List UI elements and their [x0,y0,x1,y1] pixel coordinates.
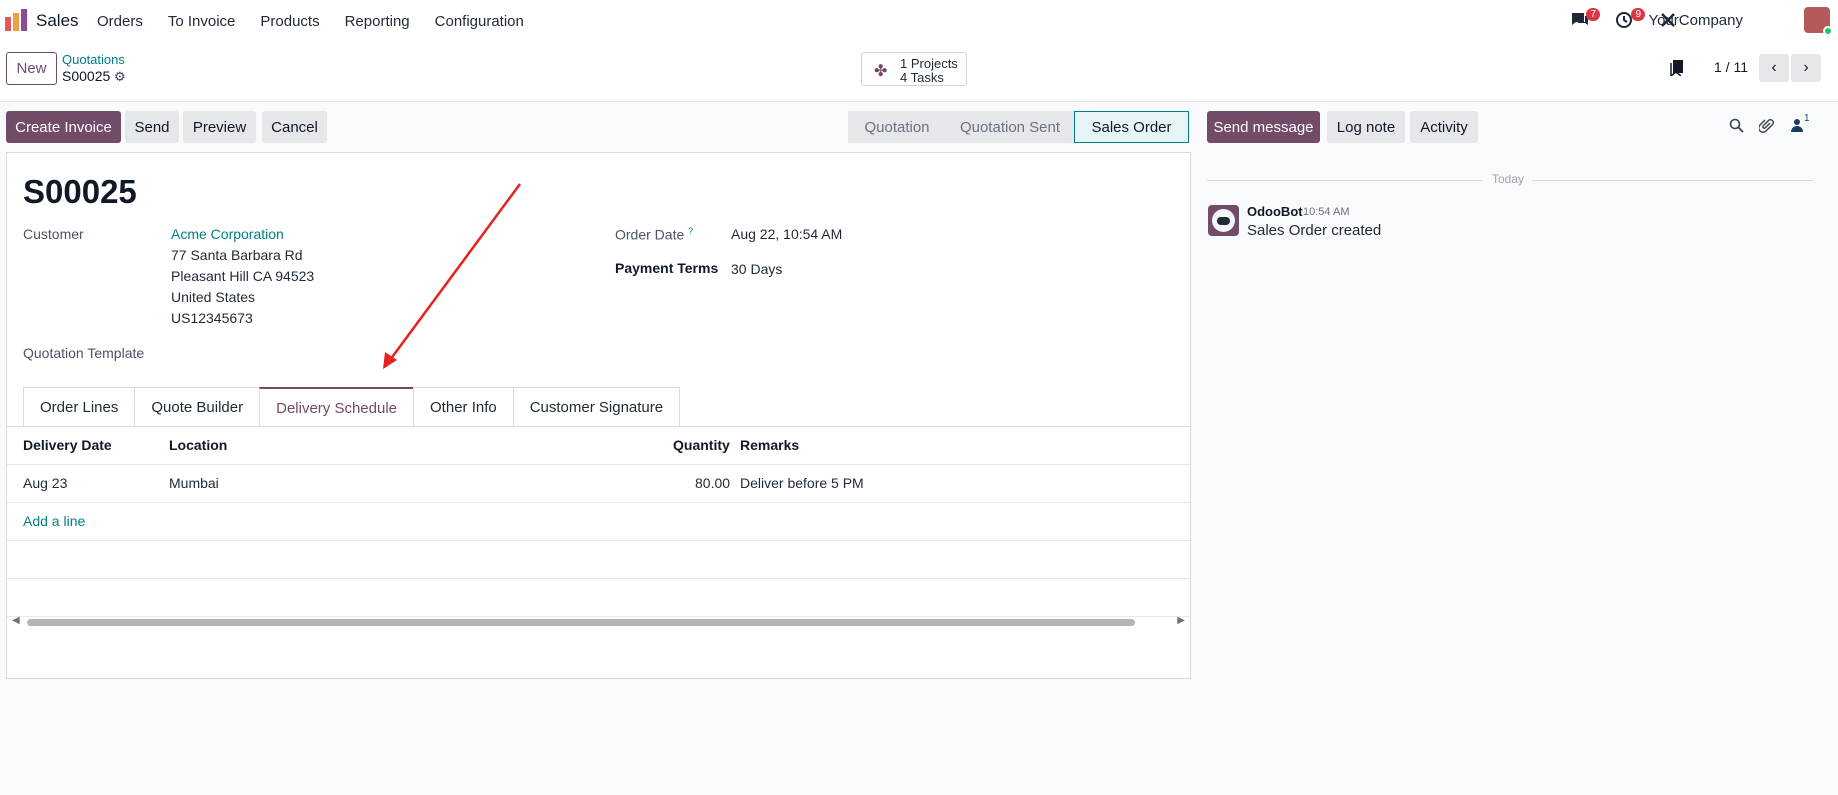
tab-other-info[interactable]: Other Info [413,387,514,427]
smart-button-projects: 1 Projects [900,56,958,71]
cell-quantity[interactable]: 80.00 [695,475,730,491]
activity-button[interactable]: Activity [1410,111,1478,143]
message-time: 10:54 AM [1303,206,1350,218]
tab-quote-builder[interactable]: Quote Builder [134,387,261,427]
table-header: Delivery Date Location Quantity Remarks [7,427,1190,465]
tab-customer-signature[interactable]: Customer Signature [512,387,681,427]
address-line-3: United States [171,289,256,305]
cancel-button[interactable]: Cancel [262,111,327,143]
breadcrumb-quotations[interactable]: Quotations [62,52,125,67]
scrollbar-thumb[interactable] [27,619,1135,626]
message-body: Sales Order created [1247,222,1382,239]
col-location[interactable]: Location [169,437,227,453]
chevron-left-icon: ‹ [1771,59,1777,76]
cell-location[interactable]: Mumbai [169,475,219,491]
send-message-button[interactable]: Send message [1207,111,1320,143]
pager-value[interactable]: 1 / 11 [1714,59,1748,75]
status-bar: Quotation Quotation Sent Sales Order [848,111,1189,143]
activities-icon[interactable]: 9 [1615,8,1645,31]
tab-order-lines[interactable]: Order Lines [23,387,136,427]
bookmark-icon[interactable] [1670,60,1684,81]
stage-sales-order[interactable]: Sales Order [1074,111,1189,143]
messages-icon[interactable]: 7 [1570,8,1600,31]
horizontal-scrollbar[interactable]: ◀ ▶ [10,615,1187,629]
gear-icon[interactable]: ⚙ [114,69,126,85]
online-status-icon [1823,26,1833,36]
stage-quotation-sent[interactable]: Quotation Sent [946,111,1074,143]
add-line-row: Add a line [7,503,1190,541]
scroll-right-icon[interactable]: ▶ [1177,615,1185,626]
address-line-1: 77 Santa Barbara Rd [171,247,303,263]
menu-reporting[interactable]: Reporting [345,13,410,30]
followers-icon[interactable]: 1 [1791,113,1810,136]
create-invoice-button[interactable]: Create Invoice [6,111,121,143]
activities-badge: 9 [1631,8,1645,21]
customer-label: Customer [23,226,84,242]
empty-row [7,579,1190,617]
date-separator-label: Today [1492,172,1525,186]
menu-products[interactable]: Products [260,13,319,30]
send-button[interactable]: Send [125,111,179,143]
cell-delivery-date[interactable]: Aug 23 [23,475,67,491]
quotation-template-label: Quotation Template [23,345,145,361]
cell-remarks[interactable]: Deliver before 5 PM [740,475,864,491]
sales-app-icon[interactable] [5,9,27,31]
add-line-link[interactable]: Add a line [23,513,85,529]
projects-tasks-smart-button[interactable]: ✤ 1 Projects 4 Tasks [861,52,967,86]
pager-previous-button[interactable]: ‹ [1759,54,1789,82]
form-sheet: S00025 Customer Acme Corporation 77 Sant… [6,152,1191,679]
stage-quotation[interactable]: Quotation [848,111,946,143]
pager-next-button[interactable]: › [1791,54,1821,82]
breadcrumb-current: S00025 [62,68,111,84]
order-date-label-text: Order Date [615,226,685,243]
col-delivery-date[interactable]: Delivery Date [23,437,112,453]
main-menu: Orders To Invoice Products Reporting Con… [97,0,549,42]
messages-badge: 7 [1586,8,1600,21]
payment-terms-value[interactable]: 30 Days [731,261,782,277]
app-name[interactable]: Sales [36,11,79,31]
followers-count: 1 [1804,113,1810,124]
puzzle-icon: ✤ [874,63,888,80]
user-avatar[interactable] [1804,7,1833,36]
search-icon[interactable] [1729,118,1744,137]
customer-link[interactable]: Acme Corporation [171,226,284,242]
col-remarks[interactable]: Remarks [740,437,799,453]
company-switcher[interactable]: YourCompany [1648,12,1743,29]
col-quantity[interactable]: Quantity [673,437,730,453]
record-name: S00025 [23,173,137,210]
new-button[interactable]: New [6,52,57,85]
menu-orders[interactable]: Orders [97,13,143,30]
menu-configuration[interactable]: Configuration [435,13,524,30]
notebook-tabs: Order Lines Quote Builder Delivery Sched… [23,387,681,427]
odoobot-avatar[interactable] [1208,205,1239,236]
preview-button[interactable]: Preview [183,111,256,143]
table-row[interactable]: Aug 23 Mumbai 80.00 Deliver before 5 PM [7,465,1190,503]
control-panel: New Quotations S00025 ⚙ ✤ 1 Projects 4 T… [0,42,1838,102]
scroll-left-icon[interactable]: ◀ [12,615,20,626]
tab-delivery-schedule[interactable]: Delivery Schedule [259,387,415,427]
address-line-2: Pleasant Hill CA 94523 [171,268,315,284]
menu-to-invoice[interactable]: To Invoice [168,13,236,30]
chevron-right-icon: › [1803,59,1809,76]
smart-button-tasks: 4 Tasks [900,70,944,85]
paperclip-icon[interactable] [1758,118,1774,137]
address-vat: US12345673 [171,310,253,326]
empty-row [7,541,1190,579]
order-date-label: Order Date ? [615,226,693,243]
log-note-button[interactable]: Log note [1327,111,1405,143]
date-separator: Today [1207,172,1814,188]
help-tooltip-icon[interactable]: ? [688,226,693,236]
payment-terms-label: Payment Terms [615,260,719,276]
top-navbar: Sales Orders To Invoice Products Reporti… [0,0,1838,42]
message-author[interactable]: OdooBot [1247,204,1303,219]
order-date-value[interactable]: Aug 22, 10:54 AM [731,226,842,242]
